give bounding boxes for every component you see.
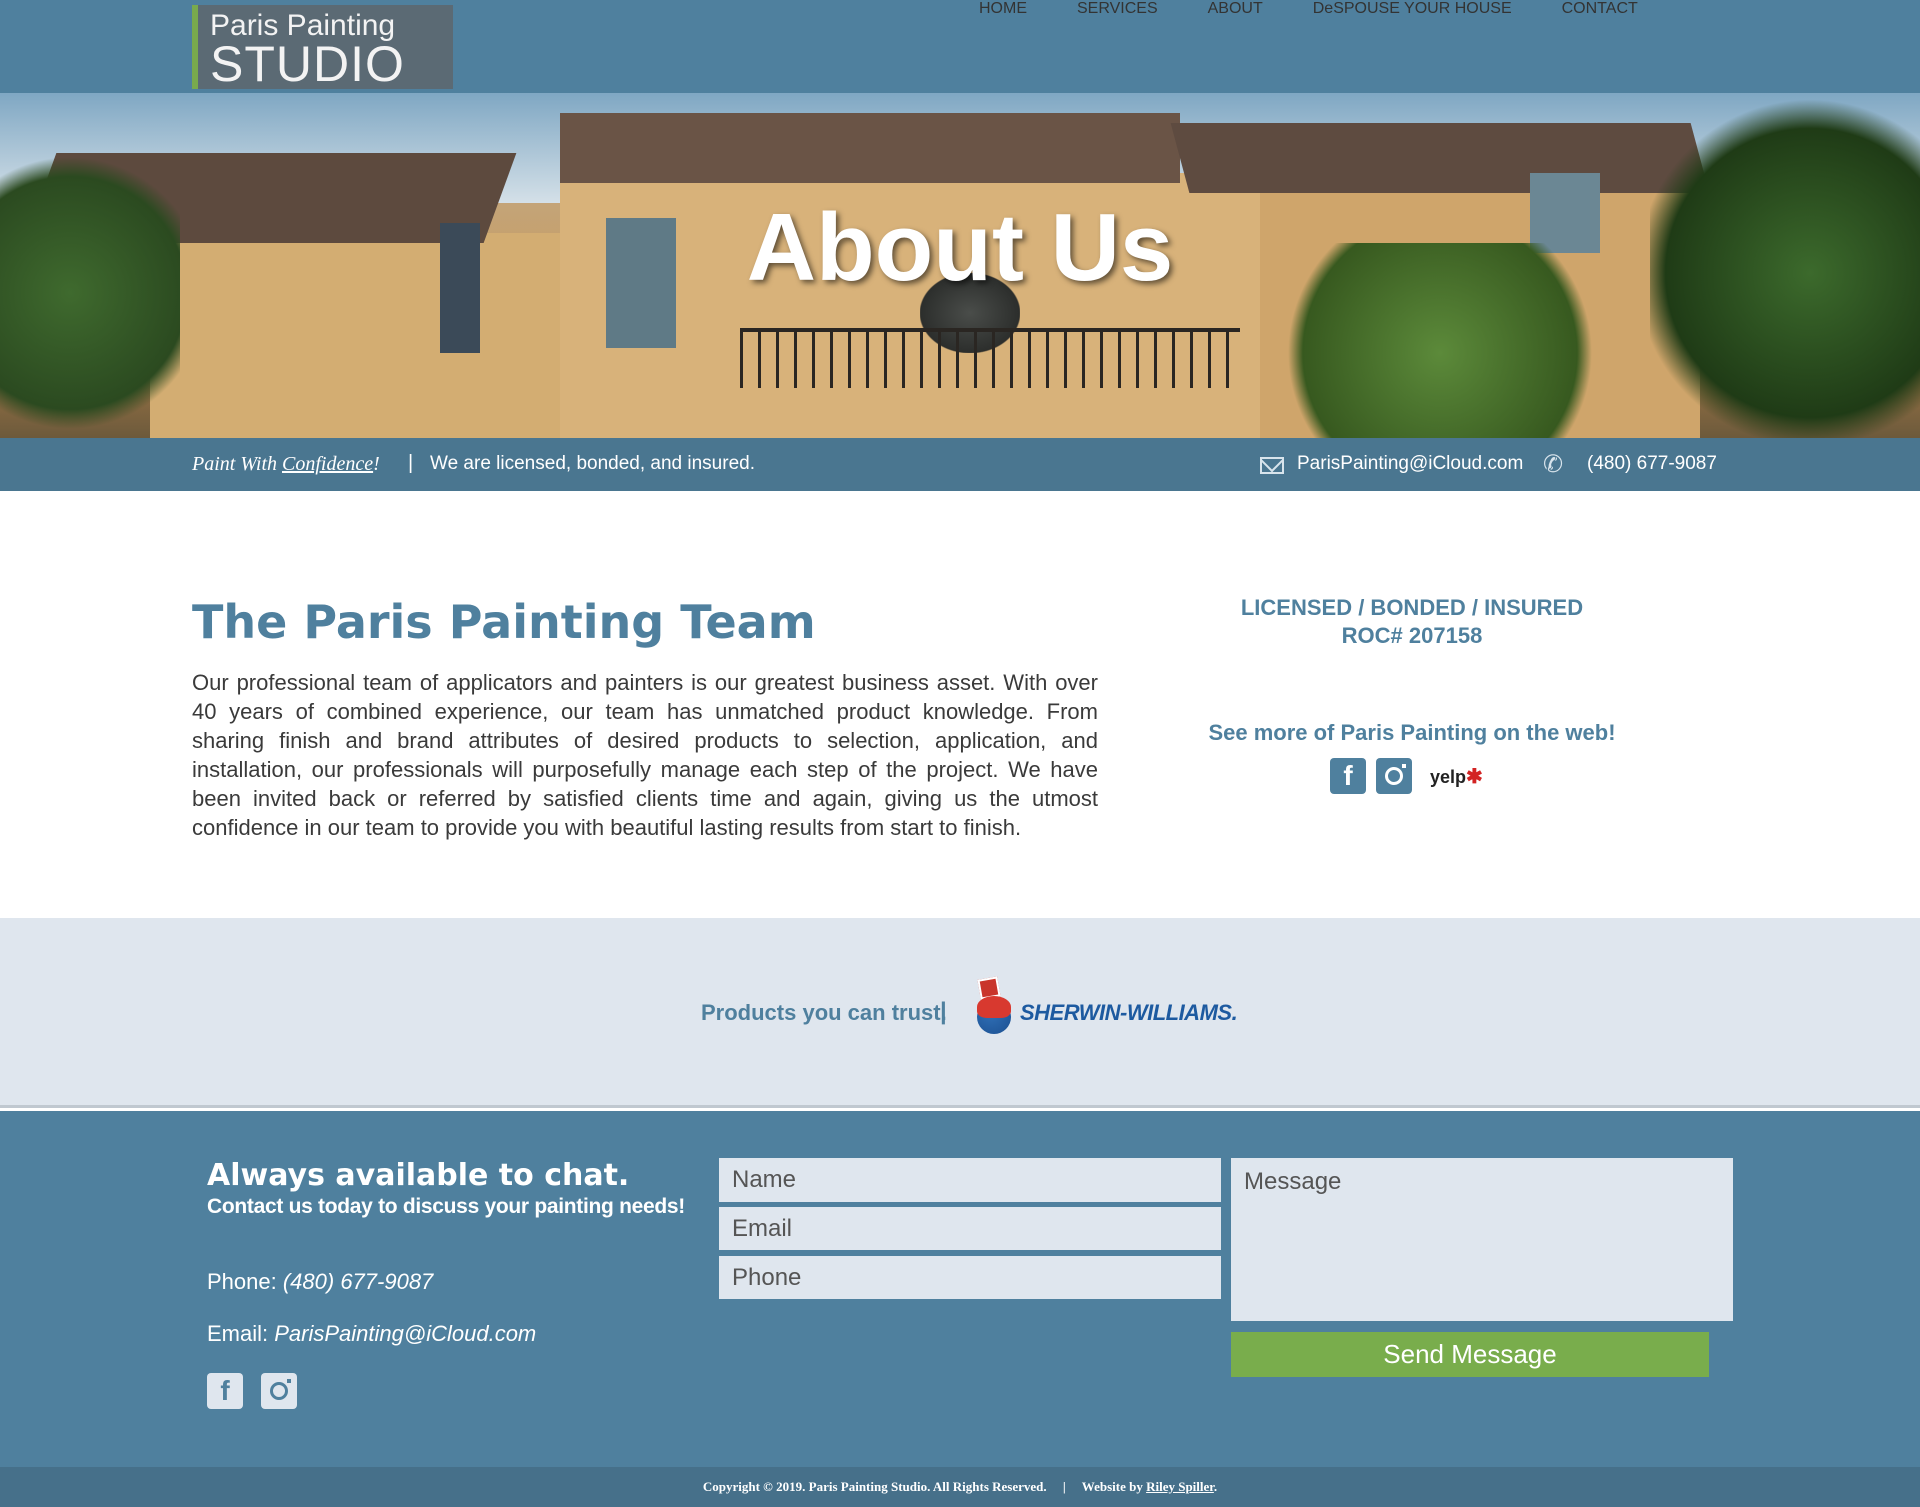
separator: | [1062,1479,1066,1494]
yelp-icon[interactable]: yelp✱ [1430,764,1483,789]
yelp-burst: ✱ [1466,765,1483,788]
footer-email-link[interactable]: ParisPainting@iCloud.com [274,1321,536,1346]
email-label: Email: [207,1321,275,1346]
credit-link[interactable]: Riley Spiller [1146,1479,1214,1494]
license-info: LICENSED / BONDED / INSURED ROC# 207158 [1192,594,1632,650]
social-links: f yelp✱ [1330,758,1483,794]
site-header: Paris Painting STUDIO HOME SERVICES ABOU… [0,0,1920,93]
instagram-icon[interactable] [1376,758,1412,794]
footer-phone-link[interactable]: (480) 677-9087 [283,1269,433,1294]
license-line1: LICENSED / BONDED / INSURED [1240,595,1584,620]
copyright-bar: Copyright © 2019. Paris Painting Studio.… [0,1467,1920,1507]
tagline-emphasis: Confidence [282,453,374,475]
instagram-icon[interactable] [261,1373,297,1409]
phone-icon: ✆ [1543,451,1564,478]
info-bar: Paint With Confidence! | We are licensed… [0,438,1920,491]
tagline-prefix: Paint With [192,453,282,475]
section-title: The Paris Painting Team [192,595,816,649]
hero-banner: About Us [0,93,1920,438]
email-input[interactable]: Email [719,1207,1221,1250]
see-more-heading: See more of Paris Painting on the web! [1208,720,1616,745]
sherwin-williams-wordmark[interactable]: SHERWIN-WILLIAMS. [1020,1000,1238,1026]
licensed-text: We are licensed, bonded, and insured. [430,453,755,474]
phone-input[interactable]: Phone [719,1256,1221,1299]
contact-footer: Always available to chat. Contact us tod… [0,1111,1920,1467]
balcony-railing [740,328,1240,388]
nav-services[interactable]: SERVICES [1052,0,1183,18]
page-title: About Us [746,194,1174,301]
yelp-label: yelp [1430,766,1467,787]
message-textarea[interactable]: Message [1231,1158,1733,1321]
nav-home[interactable]: HOME [954,0,1052,18]
separator: | [408,452,414,474]
credit-prefix: Website by [1081,1479,1147,1494]
nav-despouse-your-house[interactable]: DeSPOUSE YOUR HOUSE [1288,0,1537,18]
facebook-icon[interactable]: f [207,1373,243,1409]
site-logo[interactable]: Paris Painting STUDIO [192,5,453,89]
separator: | [940,998,947,1025]
house-roof [1170,123,1710,193]
header-email-link[interactable]: ParisPainting@iCloud.com [1297,453,1523,475]
copyright-text: Copyright © 2019. Paris Painting Studio.… [702,1479,1047,1494]
nav-about[interactable]: ABOUT [1183,0,1288,18]
products-text: Products you can trust. [701,1000,947,1025]
credit-suffix: . [1213,1479,1218,1494]
logo-line2: STUDIO [210,36,405,92]
team-description: Our professional team of applicators and… [192,670,1098,840]
nav-contact[interactable]: CONTACT [1537,0,1663,18]
main-nav: HOME SERVICES ABOUT DeSPOUSE YOUR HOUSE … [954,0,1663,18]
house-roof [560,113,1180,183]
footer-subheading: Contact us today to discuss your paintin… [207,1195,685,1218]
footer-heading: Always available to chat. [207,1158,630,1193]
phone-label: Phone: [207,1269,283,1294]
facebook-icon[interactable]: f [1330,758,1366,794]
mail-icon [1260,457,1284,474]
footer-email: Email: ParisPainting@iCloud.com [207,1321,536,1347]
tagline: Paint With Confidence! [192,453,380,476]
products-band: Products you can trust. | SHERWIN-WILLIA… [0,918,1920,1108]
footer-social-links: f [207,1373,297,1409]
name-input[interactable]: Name [719,1158,1221,1202]
header-phone-link[interactable]: (480) 677-9087 [1587,453,1717,475]
license-roc: ROC# 207158 [1341,623,1483,648]
tagline-suffix: ! [373,453,380,475]
footer-phone: Phone: (480) 677-9087 [207,1269,433,1295]
send-message-button[interactable]: Send Message [1231,1332,1709,1377]
sherwin-williams-logo-icon[interactable] [975,976,1013,1044]
